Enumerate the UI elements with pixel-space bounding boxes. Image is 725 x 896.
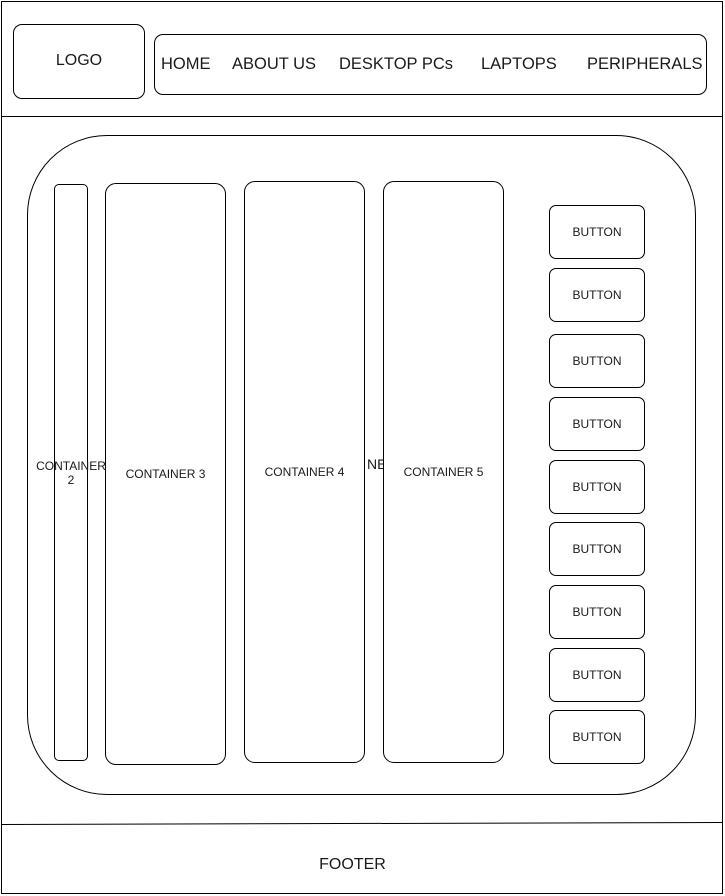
button-5[interactable]: BUTTON <box>549 460 645 514</box>
footer-label: FOOTER <box>319 856 386 873</box>
nav-item-about-us[interactable]: ABOUT US <box>232 55 316 74</box>
container-4-label: CONTAINER 4 <box>264 465 345 479</box>
button-label: BUTTON <box>572 542 622 556</box>
button-label: BUTTON <box>572 668 622 682</box>
button-1[interactable]: BUTTON <box>549 205 645 259</box>
container-5: CONTAINER 5 <box>383 181 504 763</box>
container-5-label: CONTAINER 5 <box>403 465 484 479</box>
container-3: CONTAINER 3 <box>105 183 226 765</box>
button-label: BUTTON <box>572 288 622 302</box>
button-7[interactable]: BUTTON <box>549 585 645 639</box>
nav-item-laptops[interactable]: LAPTOPS <box>481 55 557 74</box>
header-divider <box>1 116 723 117</box>
nav-item-desktop-pcs[interactable]: DESKTOP PCs <box>339 55 453 74</box>
button-4[interactable]: BUTTON <box>549 397 645 451</box>
main-nav: HOME ABOUT US DESKTOP PCs LAPTOPS PERIPH… <box>154 34 707 95</box>
button-6[interactable]: BUTTON <box>549 522 645 576</box>
container-3-label: CONTAINER 3 <box>125 467 206 481</box>
button-label: BUTTON <box>572 417 622 431</box>
logo[interactable]: LOGO <box>13 24 145 99</box>
button-label: BUTTON <box>572 730 622 744</box>
button-label: BUTTON <box>572 225 622 239</box>
button-2[interactable]: BUTTON <box>549 268 645 322</box>
container-2-label: CONTAINER 2 <box>36 458 106 487</box>
button-8[interactable]: BUTTON <box>549 648 645 702</box>
button-3[interactable]: BUTTON <box>549 334 645 388</box>
button-9[interactable]: BUTTON <box>549 710 645 764</box>
container-4: CONTAINER 4 <box>244 181 365 763</box>
button-label: BUTTON <box>572 354 622 368</box>
nav-item-peripherals[interactable]: PERIPHERALS <box>587 55 703 74</box>
nav-item-home[interactable]: HOME <box>161 55 211 74</box>
container-2: CONTAINER 2 <box>36 184 106 761</box>
button-label: BUTTON <box>572 605 622 619</box>
button-label: BUTTON <box>572 480 622 494</box>
logo-label: LOGO <box>55 51 103 69</box>
